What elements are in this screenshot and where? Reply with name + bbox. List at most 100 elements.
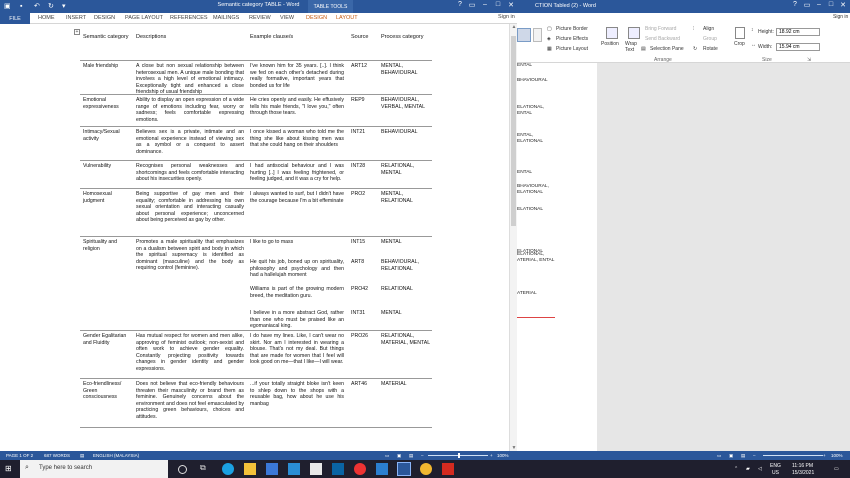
search-placeholder: Type here to search [39,465,93,471]
store-icon[interactable] [266,463,278,475]
align-button[interactable]: Align [703,26,714,32]
row-divider [80,188,432,189]
tab-home[interactable]: HOME [38,15,55,21]
language-code[interactable]: ENG [770,463,781,469]
layout-icon: ▦ [547,46,552,52]
opera-icon[interactable] [354,463,366,475]
picture-style-thumb-icon[interactable] [517,28,531,42]
task-view-icon[interactable]: ⧉ [200,463,212,475]
tab-file[interactable]: FILE [0,13,30,24]
position-icon[interactable] [606,27,618,39]
send-backward-button[interactable]: Send Backward [645,36,680,42]
align-icon: ⫶ [693,26,695,32]
video-icon[interactable] [376,463,388,475]
tab-references[interactable]: REFERENCES [170,15,208,21]
tab-page-layout[interactable]: PAGE LAYOUT [125,15,163,21]
print-layout-icon[interactable]: ▣ [397,453,401,459]
file-explorer-icon[interactable] [244,463,256,475]
crop-icon[interactable] [735,27,745,39]
rotate-button[interactable]: Rotate [703,46,718,52]
help-button[interactable]: ? [454,1,466,8]
cell-example-clauses: I do have my lines. Like, I can't wear n… [250,333,344,366]
page-count[interactable]: PAGE 1 OF 2 [6,453,33,458]
acrobat-icon[interactable] [442,463,454,475]
cortana-icon[interactable] [178,465,187,474]
picture-border-button[interactable]: Picture Border [556,26,588,32]
picture-effects-button[interactable]: Picture Effects [556,36,588,42]
group-button[interactable]: Group [703,36,717,42]
tab-design[interactable]: DESIGN [94,15,115,21]
header-descriptions: Descriptions [136,34,167,40]
scroll-up-icon[interactable]: ▲ [510,24,517,30]
minimize-button[interactable]: – [479,1,491,8]
edge-icon[interactable] [222,463,234,475]
cell-source: ART12 [351,63,368,69]
selection-pane-button[interactable]: Selection Pane [650,46,684,52]
tab-insert[interactable]: INSERT [66,15,86,21]
sign-in-link-back[interactable]: Sign in [833,14,848,20]
bring-forward-button[interactable]: Bring Forward [645,26,676,32]
help-button-back[interactable]: ? [789,1,801,8]
vertical-scrollbar[interactable]: ▲ ▼ [509,24,517,451]
zoom-in-icon[interactable]: + [490,453,493,458]
app-icon[interactable] [310,463,322,475]
clock-time[interactable]: 11:16 PM [792,463,813,469]
row-divider [80,330,432,331]
scroll-thumb[interactable] [511,36,516,226]
back-text-line: ENTAL [517,170,533,175]
cell-example-clauses: I had antisocial behaviour and I was hur… [250,163,344,183]
maximize-button[interactable]: □ [492,1,504,8]
web-layout-icon-back[interactable]: ▤ [741,453,745,459]
search-box[interactable]: ⌕ Type here to search [20,460,168,478]
proofing-icon[interactable]: ▤ [80,453,84,459]
read-mode-icon-back[interactable]: ▭ [717,453,721,459]
wrap-text-icon[interactable] [628,27,640,39]
position-button[interactable]: Position [601,41,619,47]
zoom-slider-knob[interactable] [458,453,460,458]
zoom-out-icon-back[interactable]: – [753,453,756,458]
sign-in-link[interactable]: Sign in [498,14,515,20]
tab-table-layout[interactable]: LAYOUT [336,15,358,21]
notification-icon[interactable]: ▭ [834,466,839,472]
wrap-text-button[interactable]: Wrap Text [625,41,641,53]
network-icon[interactable]: ▰ [746,466,750,472]
region-code[interactable]: US [772,470,779,476]
zoom-level[interactable]: 100% [497,453,509,458]
cell-example-clauses: I once kissed a woman who told me the th… [250,129,344,149]
volume-icon[interactable]: ◁ [758,466,762,472]
tab-table-design[interactable]: DESIGN [306,15,327,21]
read-mode-icon[interactable]: ▭ [385,453,389,459]
mail-icon[interactable] [288,463,300,475]
word-count[interactable]: 687 WORDS [44,453,70,458]
clock-date[interactable]: 15/3/2021 [792,470,814,476]
print-layout-icon-back[interactable]: ▣ [729,453,733,459]
ribbon-display-icon[interactable]: ▭ [466,1,478,9]
semantic-category-table[interactable]: Semantic category Descriptions Example cla… [80,33,432,428]
crop-button[interactable]: Crop [734,41,745,47]
tab-review[interactable]: REVIEW [249,15,271,21]
ribbon-display-icon-back[interactable]: ▭ [801,1,813,9]
minimize-button-back[interactable]: – [813,1,825,8]
zoom-slider-back[interactable] [763,455,823,456]
word-taskbar-icon[interactable] [397,462,411,476]
zoom-in-icon-back[interactable]: + [823,453,826,458]
picture-layout-button[interactable]: Picture Layout [556,46,588,52]
tray-overflow-icon[interactable]: ⌃ [734,466,738,472]
height-input[interactable]: 18.92 cm [776,28,820,36]
width-input[interactable]: 15.94 cm [776,43,820,51]
picture-styles-more-icon[interactable] [533,28,542,42]
chrome-icon[interactable] [420,463,432,475]
tab-mailings[interactable]: MAILINGS [213,15,239,21]
maximize-button-back[interactable]: □ [825,1,837,8]
tab-view[interactable]: VIEW [280,15,294,21]
skype-icon[interactable] [332,463,344,475]
cell-descriptions: Promotes a male spirituality that emphas… [136,239,244,272]
close-button[interactable]: ✕ [505,1,517,9]
close-button-back[interactable]: ✕ [837,1,849,9]
language-indicator[interactable]: ENGLISH (MALAYSIA) [93,453,139,458]
web-layout-icon[interactable]: ▤ [409,453,413,459]
zoom-out-icon[interactable]: – [421,453,424,458]
zoom-level-back[interactable]: 100% [831,453,843,458]
word-window-front: ▣ ▪ ↶ ↻ ▾ Semantic category TABLE - Word… [0,0,517,460]
windows-start-icon[interactable]: ⊞ [5,464,12,473]
